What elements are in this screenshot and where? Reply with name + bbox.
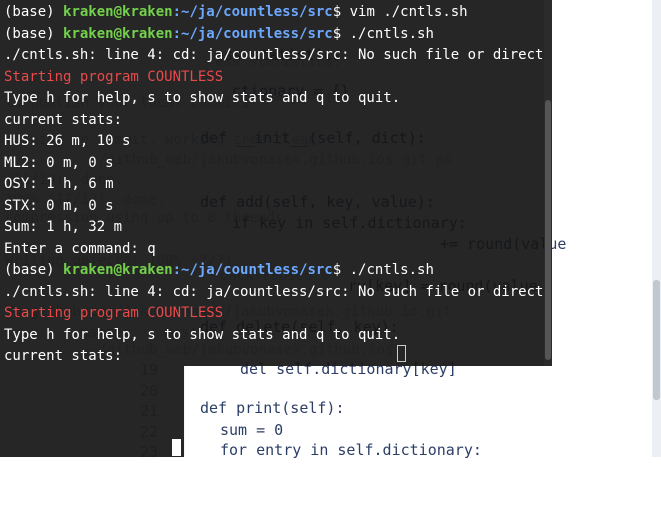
editor-scrollbar[interactable] bbox=[652, 0, 661, 457]
terminal-status-line: Starting program COUNTLESS bbox=[4, 68, 224, 85]
terminal-output-line: current stats: bbox=[4, 111, 123, 128]
terminal-output-line: ML2: 0 m, 0 s bbox=[4, 154, 114, 171]
terminal-scrollbar-thumb[interactable] bbox=[545, 100, 551, 360]
terminal-cursor bbox=[172, 439, 181, 456]
terminal-prompt-path: :~/ja/countless/src bbox=[172, 4, 333, 20]
terminal-window-lower[interactable] bbox=[0, 366, 184, 457]
terminal-prompt-env: (base) bbox=[4, 25, 64, 42]
terminal-prompt-user: kraken@kraken bbox=[63, 262, 173, 278]
terminal-status-line: Starting program COUNTLESS bbox=[4, 305, 224, 321]
background-terminal-cursor bbox=[397, 345, 406, 362]
terminal-output-line: Enter a command: q bbox=[4, 240, 156, 257]
terminal-prompt-path: :~/ja/countless/src bbox=[172, 25, 333, 42]
terminal-command: $ ./cntls.sh bbox=[332, 25, 434, 42]
editor-scrollbar-thumb[interactable] bbox=[653, 280, 660, 400]
terminal-output-line: current stats: bbox=[4, 348, 123, 364]
terminal-output-line: ./cntls.sh: line 4: cd: ja/countless/src… bbox=[4, 283, 569, 300]
terminal-prompt-env: (base) bbox=[4, 4, 64, 20]
terminal-output-line: Sum: 1 h, 32 m bbox=[4, 219, 123, 235]
terminal-output-line: Press Enter to stop: bbox=[4, 498, 182, 515]
terminal-prompt-line: (base) kraken@kraken:~/ja/countless/src$… bbox=[4, 260, 434, 281]
terminal-prompt-line: (base) kraken@kraken:~/ja/countless/src$… bbox=[4, 24, 434, 45]
terminal-prompt-user: kraken@kraken bbox=[63, 4, 173, 20]
terminal-output-line: HUS: 26 m, 10 s bbox=[4, 133, 131, 149]
terminal-output-line: Type h for help, s to show stats and q t… bbox=[4, 90, 401, 106]
terminal-prompt-line: (base) kraken@kraken:~/ja/countless/src$… bbox=[4, 2, 468, 23]
terminal-output-line: Enter a command: OSY bbox=[4, 477, 173, 493]
terminal-prompt-user: kraken@kraken bbox=[63, 25, 173, 42]
terminal-prompt-path: :~/ja/countless/src bbox=[172, 262, 333, 278]
editor-code-line: for entry in self.dictionary: bbox=[220, 441, 482, 459]
terminal-command: $ ./cntls.sh bbox=[332, 262, 434, 278]
terminal-output-line: Type h for help, s to show stats and q t… bbox=[4, 326, 401, 343]
editor-code-line: sum = 0 bbox=[220, 421, 284, 439]
terminal-output-line: OSY: 1 h, 6 m bbox=[4, 176, 114, 192]
editor-code-line: def print(self): bbox=[200, 399, 345, 417]
terminal-output-line: ./cntls.sh: line 4: cd: ja/countless/src… bbox=[4, 47, 569, 63]
terminal-prompt-env: (base) bbox=[4, 262, 64, 278]
terminal-output-line: STX: 0 m, 0 s bbox=[4, 197, 114, 214]
terminal-command: $ vim ./cntls.sh bbox=[332, 4, 468, 20]
terminal-window[interactable]: (base) kraken@kraken:~/ja/countless/src$… bbox=[0, 0, 569, 515]
